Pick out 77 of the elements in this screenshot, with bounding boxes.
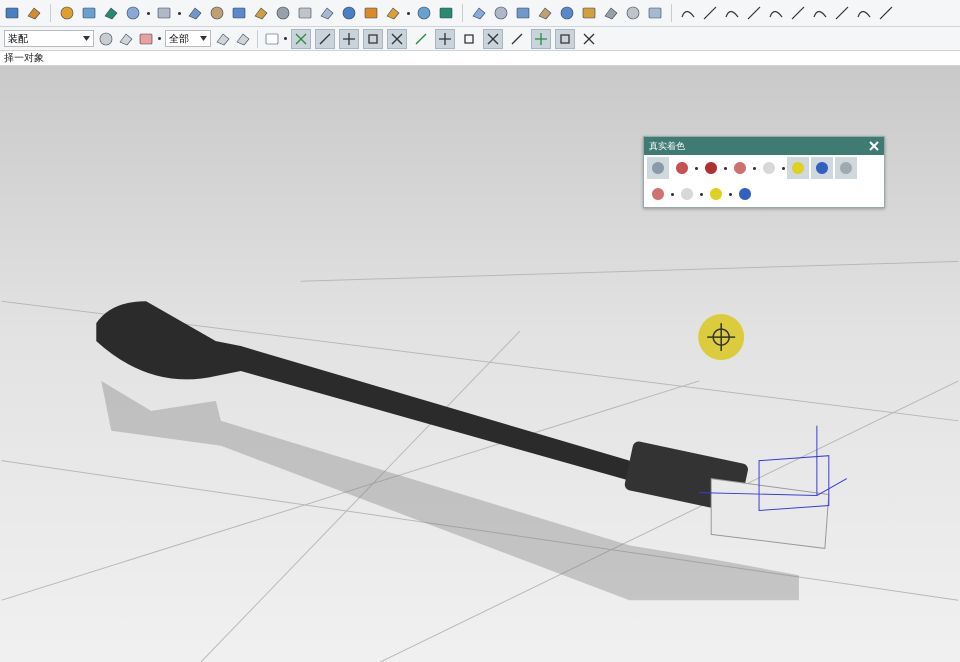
tool-icon[interactable] xyxy=(275,5,291,21)
tool-icon[interactable] xyxy=(515,5,531,21)
panel-title: 真实着色 xyxy=(649,140,685,152)
tool-icon[interactable] xyxy=(4,5,20,21)
sphere-icon xyxy=(761,160,777,176)
sphere-icon xyxy=(650,160,666,176)
snap-icon xyxy=(462,32,476,46)
tool-icon[interactable] xyxy=(26,5,42,21)
sphere-icon xyxy=(679,186,695,202)
tool-icon[interactable] xyxy=(625,5,641,21)
tool-icon[interactable] xyxy=(156,5,172,21)
sphere-icon xyxy=(708,186,724,202)
tool-icon[interactable] xyxy=(603,5,619,21)
tool-icon[interactable] xyxy=(647,5,663,21)
snap-toggle[interactable] xyxy=(483,28,503,48)
tool-icon[interactable] xyxy=(81,5,97,21)
snap-icon xyxy=(438,32,452,46)
tool-icon[interactable] xyxy=(341,5,357,21)
snap-toggle[interactable] xyxy=(435,28,455,48)
tool-icon[interactable] xyxy=(471,5,487,21)
tool-icon[interactable] xyxy=(416,5,432,21)
caret-icon xyxy=(200,36,207,41)
curve-icon[interactable] xyxy=(834,5,850,21)
snap-icon xyxy=(486,32,500,46)
snap-icon xyxy=(534,32,548,46)
curve-icon[interactable] xyxy=(790,5,806,21)
sphere-icon xyxy=(838,160,854,176)
tool-icon[interactable] xyxy=(98,30,114,46)
tool-icon[interactable] xyxy=(319,5,335,21)
caret-icon xyxy=(83,36,90,41)
close-icon[interactable] xyxy=(869,141,879,151)
snap-icon xyxy=(294,32,308,46)
sphere-icon xyxy=(674,160,690,176)
sphere-icon xyxy=(732,160,748,176)
shading-tool[interactable] xyxy=(811,157,833,179)
snap-icon xyxy=(342,32,356,46)
snap-toggle[interactable] xyxy=(387,28,407,48)
tool-icon[interactable] xyxy=(493,5,509,21)
snap-icon xyxy=(366,32,380,46)
sphere-icon xyxy=(703,160,719,176)
tool-icon[interactable] xyxy=(59,5,75,21)
snap-toggle[interactable] xyxy=(315,28,335,48)
tool-icon[interactable] xyxy=(385,5,401,21)
snap-toggle[interactable] xyxy=(555,28,575,48)
prompt-text: 择一对象 xyxy=(4,52,44,65)
snap-icon xyxy=(510,32,524,46)
snap-icon xyxy=(558,32,572,46)
curve-icon[interactable] xyxy=(746,5,762,21)
tool-icon[interactable] xyxy=(559,5,575,21)
tool-icon[interactable] xyxy=(209,5,225,21)
tool-icon[interactable] xyxy=(297,5,313,21)
snap-icon xyxy=(582,32,596,46)
snap-icon xyxy=(414,32,428,46)
filter-dropdown[interactable]: 装配 xyxy=(4,30,94,47)
tool-icon[interactable] xyxy=(363,5,379,21)
tool-icon[interactable] xyxy=(581,5,597,21)
sphere-icon xyxy=(814,160,830,176)
snap-toggle[interactable] xyxy=(339,28,359,48)
tool-icon[interactable] xyxy=(138,30,154,46)
snap-toggle[interactable] xyxy=(363,28,383,48)
curve-icon[interactable] xyxy=(878,5,894,21)
snap-icon xyxy=(390,32,404,46)
tool-icon[interactable] xyxy=(231,5,247,21)
tool-icon[interactable] xyxy=(187,5,203,21)
tool-icon[interactable] xyxy=(125,5,141,21)
curve-icon[interactable] xyxy=(702,5,718,21)
snap-icon xyxy=(318,32,332,46)
tool-icon[interactable] xyxy=(103,5,119,21)
tool-icon[interactable] xyxy=(253,5,269,21)
sphere-icon xyxy=(790,160,806,176)
tool-icon[interactable] xyxy=(438,5,454,21)
scope-dropdown[interactable]: 全部 xyxy=(165,30,211,47)
sphere-icon xyxy=(650,186,666,202)
snap-toggle[interactable] xyxy=(291,28,311,48)
sphere-icon xyxy=(737,186,753,202)
snap-toggle[interactable] xyxy=(531,28,551,48)
tool-icon[interactable] xyxy=(537,5,553,21)
